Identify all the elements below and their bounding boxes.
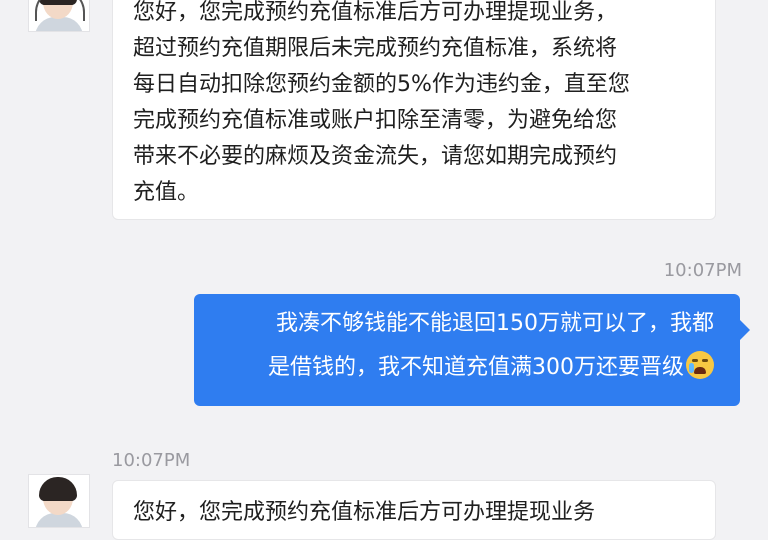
incoming-timestamp: 10:07PM <box>112 450 191 471</box>
outgoing-timestamp: 10:07PM <box>663 260 742 281</box>
headset-icon <box>35 0 85 21</box>
mouth-shape <box>694 367 706 374</box>
incoming-message-bubble-2[interactable]: 您好，您完成预约充值标准后方可办理提现业务 <box>112 480 716 540</box>
agent-avatar-2[interactable] <box>28 474 90 528</box>
outgoing-message-content: 我凑不够钱能不能退回150万就可以了，我都 是借钱的，我不知道充值满300万还要… <box>268 311 714 380</box>
avatar-shirt <box>35 513 83 527</box>
agent-avatar[interactable] <box>28 0 90 32</box>
incoming-message-text-2: 您好，您完成预约充值标准后方可办理提现业务 <box>133 500 596 525</box>
avatar-hair <box>39 477 77 501</box>
crying-face-icon <box>686 351 714 379</box>
outgoing-message-bubble[interactable]: 我凑不够钱能不能退回150万就可以了，我都 是借钱的，我不知道充值满300万还要… <box>194 294 750 406</box>
incoming-message-bubble[interactable]: 您好，您完成预约充值标准后方可办理提现业务， 超过预约充值期限后未完成预约充值标… <box>112 0 716 220</box>
outgoing-message-text: 我凑不够钱能不能退回150万就可以了，我都 是借钱的，我不知道充值满300万还要… <box>194 294 740 390</box>
incoming-message-text: 您好，您完成预约充值标准后方可办理提现业务， 超过预约充值期限后未完成预约充值标… <box>133 0 630 205</box>
